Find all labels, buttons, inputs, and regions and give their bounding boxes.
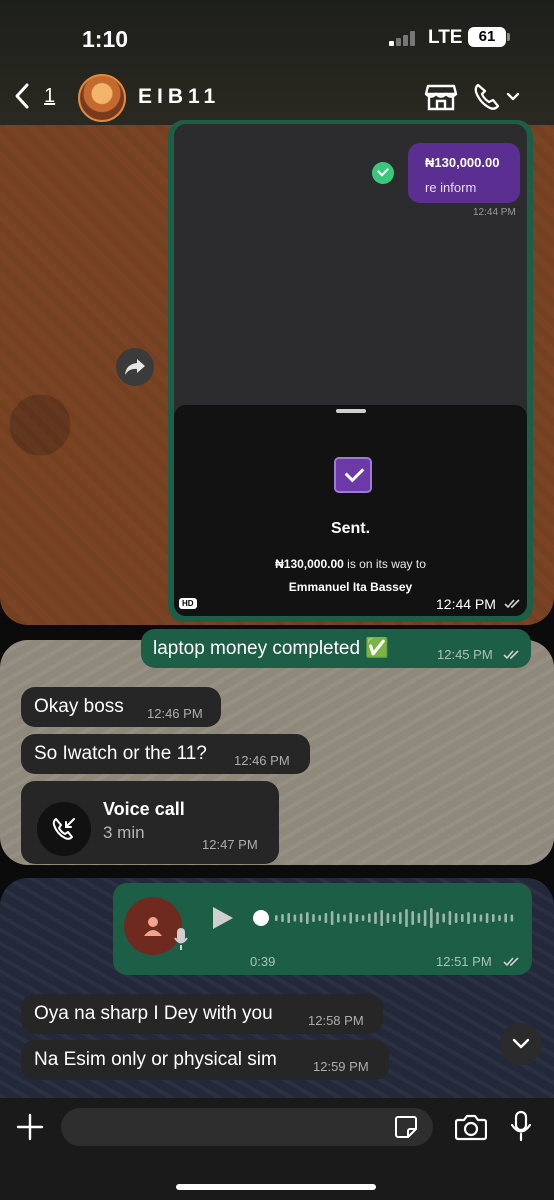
message-text: laptop money completed ✅ [153, 638, 389, 659]
battery-icon: 61 [468, 27, 510, 47]
person-icon [144, 917, 162, 936]
back-button[interactable]: 1 [14, 82, 55, 110]
scroll-to-bottom-button[interactable] [500, 1023, 542, 1065]
sent-sheet: Sent. ₦130,000.00 is on its way to Emman… [174, 405, 527, 616]
inner-amount: ₦130,000.00 [425, 155, 500, 170]
forward-button[interactable] [116, 348, 154, 386]
cellular-signal-icon [389, 30, 419, 46]
sheet-handle [336, 409, 366, 413]
chevron-left-icon [15, 83, 29, 109]
call-icon[interactable] [472, 82, 522, 117]
inner-payment-bubble: ₦130,000.00 re inform [408, 143, 520, 203]
forward-icon [125, 359, 145, 375]
home-indicator [176, 1184, 376, 1190]
waveform[interactable] [255, 903, 515, 933]
message-time: 12:58 PM [308, 1013, 364, 1028]
message-time: 12:59 PM [313, 1059, 369, 1074]
double-check-icon [503, 957, 519, 967]
mic-icon [174, 928, 188, 950]
status-time: 1:10 [82, 26, 129, 52]
sent-title: Sent. [330, 520, 371, 537]
unread-count: 1 [44, 84, 56, 107]
message-time: 12:51 PM [436, 954, 492, 969]
mic-icon[interactable] [510, 1110, 532, 1142]
voice-message-bubble[interactable]: 0:39 12:51 PM [113, 883, 532, 975]
message-text: Oya na sharp I Dey with you [34, 1003, 273, 1024]
double-check-icon [504, 599, 520, 609]
play-button[interactable] [213, 907, 233, 929]
message-bubble-outgoing[interactable]: laptop money completed ✅ 12:45 PM [141, 629, 531, 668]
message-time: 12:47 PM [202, 837, 258, 852]
image-message[interactable]: ₦130,000.00 re inform 12:44 PM Sent. ₦13… [168, 120, 533, 622]
store-icon[interactable] [424, 82, 458, 117]
chevron-down-icon [512, 1038, 530, 1049]
call-log-bubble[interactable]: Voice call 3 min 12:47 PM [21, 781, 279, 864]
screenshot-image[interactable]: ₦130,000.00 re inform 12:44 PM Sent. ₦13… [174, 124, 527, 616]
chat-avatar[interactable] [78, 74, 126, 122]
call-title: Voice call [103, 799, 185, 819]
chat-title[interactable]: EIB11 [138, 85, 220, 109]
message-bubble-incoming[interactable]: Okay boss 12:46 PM [21, 687, 221, 727]
checkbox-icon [334, 457, 372, 493]
sent-line: ₦130,000.00 is on its way to [174, 557, 527, 571]
message-time: 12:45 PM [437, 647, 493, 662]
call-duration: 3 min [103, 823, 145, 842]
composer-bar [0, 1098, 554, 1200]
status-bar: 1:10 LTE 61 [0, 0, 554, 72]
camera-icon[interactable] [455, 1113, 487, 1141]
message-text: Na Esim only or physical sim [34, 1049, 277, 1070]
chat-header: 1 EIB11 [0, 72, 554, 124]
network-type: LTE [428, 27, 463, 48]
plus-icon[interactable] [16, 1113, 44, 1141]
message-bubble-incoming[interactable]: Oya na sharp I Dey with you 12:58 PM [21, 994, 383, 1034]
message-time: 12:46 PM [234, 753, 290, 768]
sent-text: is on its way to [343, 557, 426, 571]
sticker-icon[interactable] [394, 1115, 418, 1139]
incoming-call-icon [37, 802, 91, 856]
double-check-icon [503, 650, 519, 660]
message-input[interactable] [61, 1108, 433, 1146]
inner-time: 12:44 PM [473, 207, 516, 218]
message-text: So Iwatch or the 11? [34, 743, 207, 764]
message-bubble-incoming[interactable]: Na Esim only or physical sim 12:59 PM [21, 1040, 389, 1080]
message-bubble-incoming[interactable]: So Iwatch or the 11? 12:46 PM [21, 734, 310, 774]
inner-note: re inform [425, 180, 477, 195]
recipient-name: Emmanuel Ita Bassey [288, 580, 413, 594]
check-circle-icon [372, 162, 394, 184]
hd-badge: HD [179, 598, 197, 609]
message-time: 12:44 PM [436, 596, 496, 612]
message-time: 12:46 PM [147, 706, 203, 721]
message-text: Okay boss [34, 696, 124, 717]
playback-scrubber[interactable] [253, 910, 269, 926]
sent-amount: ₦130,000.00 [275, 557, 344, 571]
voice-duration: 0:39 [250, 954, 276, 969]
